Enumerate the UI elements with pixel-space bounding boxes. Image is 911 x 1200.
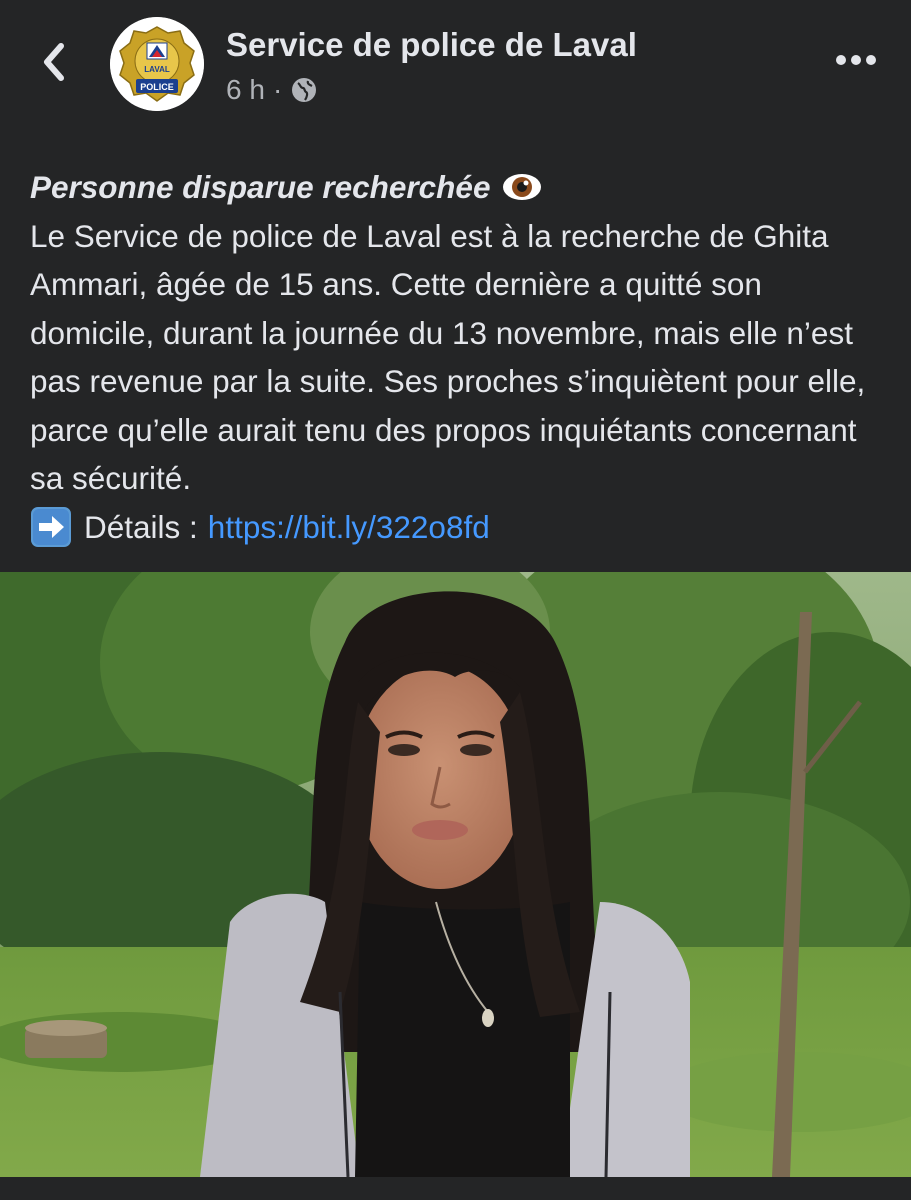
logo-text-laval: LAVAL <box>144 65 170 74</box>
police-logo: LAVAL POLICE <box>110 17 204 111</box>
post-photo[interactable] <box>0 572 911 1177</box>
avatar[interactable]: LAVAL POLICE <box>110 17 204 111</box>
post-time[interactable]: 6 h <box>226 74 265 106</box>
missing-person-photo <box>0 572 911 1177</box>
post-title-text: Personne disparue recherchée <box>30 169 491 205</box>
eye-emoji-icon <box>502 172 542 202</box>
post-title: Personne disparue recherchée <box>30 163 890 212</box>
globe-icon[interactable] <box>290 76 318 104</box>
right-arrow-emoji-icon <box>30 506 72 548</box>
details-line: Détails : https://bit.ly/322o8fd <box>30 503 890 552</box>
details-label: Détails : <box>84 508 198 545</box>
post-meta: 6 h · <box>226 74 318 106</box>
back-button[interactable] <box>28 36 80 88</box>
more-options-icon <box>836 55 876 65</box>
post-header: LAVAL POLICE Service de police de Laval … <box>0 0 911 140</box>
chevron-left-icon <box>44 43 64 81</box>
details-link[interactable]: https://bit.ly/322o8fd <box>208 503 490 552</box>
page-name[interactable]: Service de police de Laval <box>226 26 637 64</box>
meta-separator: · <box>272 74 283 105</box>
more-options-button[interactable] <box>826 40 886 80</box>
post-text: Le Service de police de Laval est à la r… <box>30 217 866 497</box>
bottom-strip <box>0 1177 911 1200</box>
logo-text-police: POLICE <box>140 82 174 92</box>
post-body: Personne disparue recherchée Le Service … <box>30 163 890 551</box>
